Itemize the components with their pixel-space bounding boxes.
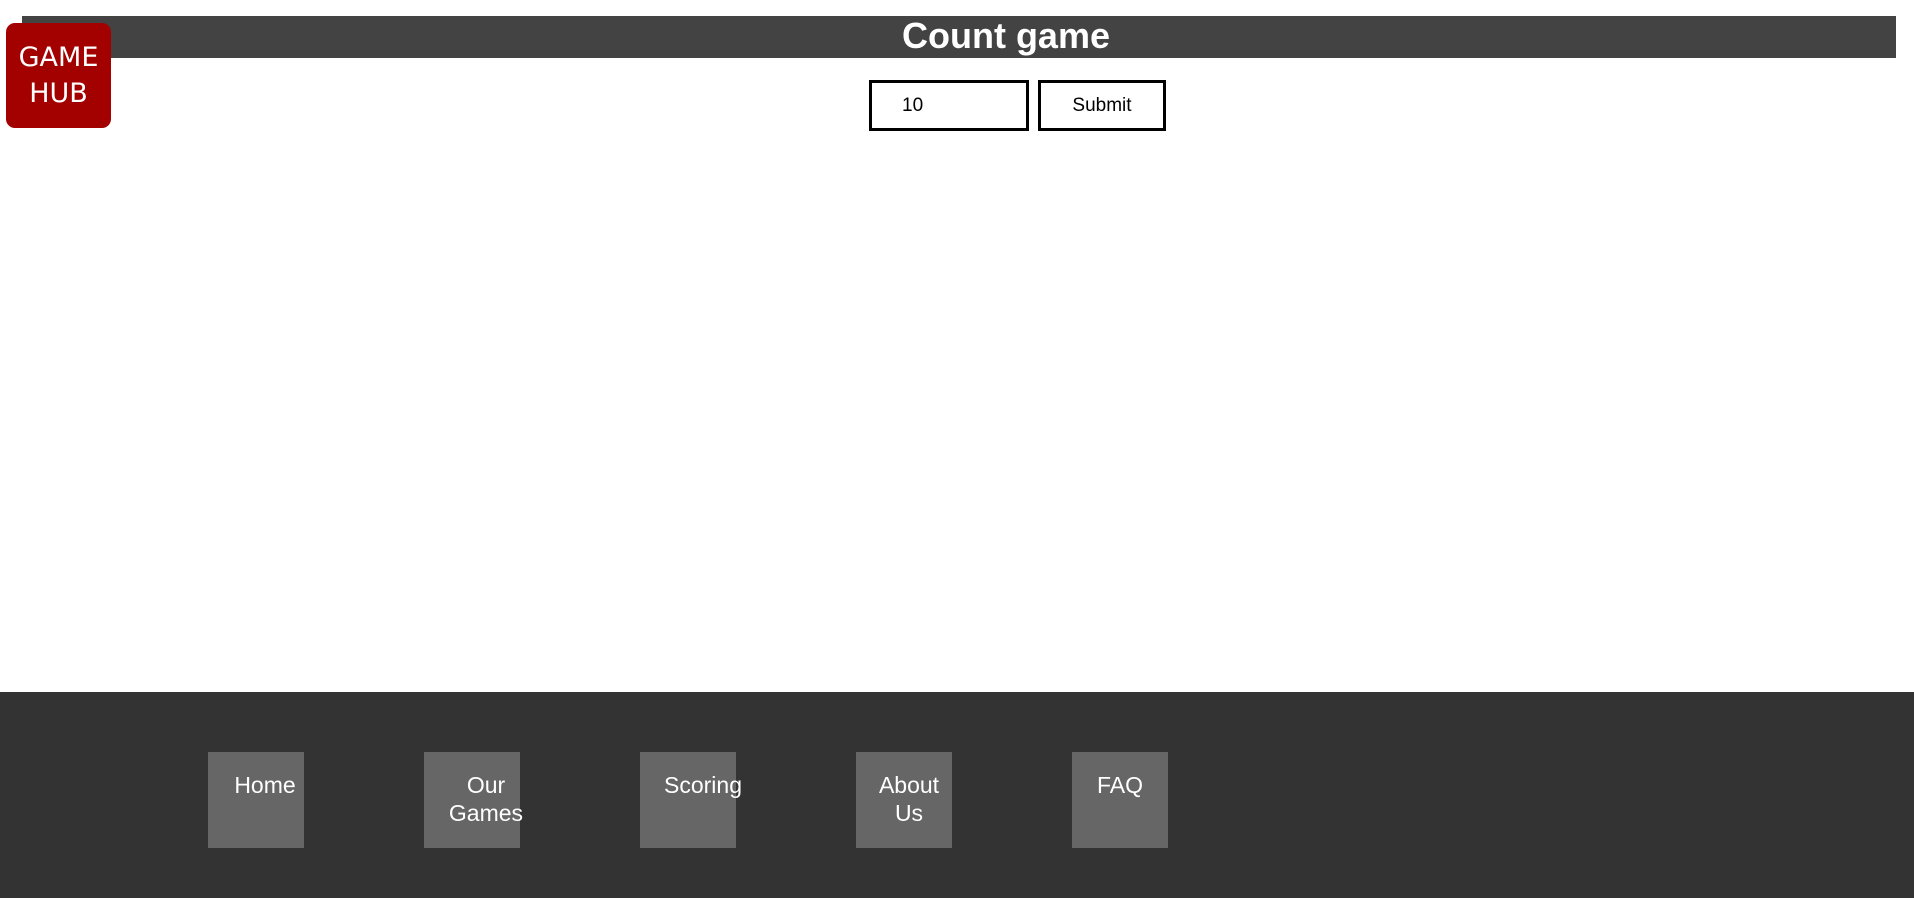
page-title: Count game: [901, 15, 1110, 56]
nav-faq-label: FAQ: [1096, 772, 1143, 798]
game-hub-logo[interactable]: GAME HUB: [6, 23, 111, 128]
submit-button[interactable]: Submit: [1038, 80, 1166, 131]
page: Count game GAME HUB Submit Home Our Game…: [0, 0, 1914, 898]
nav-home[interactable]: Home: [208, 752, 304, 848]
nav-about-us-label: About Us: [878, 772, 940, 826]
nav-faq[interactable]: FAQ: [1072, 752, 1168, 848]
nav-about-us[interactable]: About Us: [856, 752, 952, 848]
nav-scoring[interactable]: Scoring: [640, 752, 742, 848]
nav-our-games-label: Our Games: [448, 772, 524, 826]
nav-home-label: Home: [234, 772, 296, 798]
logo-line-1: GAME: [18, 41, 99, 73]
nav-our-games[interactable]: Our Games: [424, 752, 523, 848]
logo-line-2: HUB: [29, 77, 88, 109]
nav-scoring-label: Scoring: [664, 772, 742, 798]
count-input[interactable]: [869, 80, 1029, 131]
footer: Home Our Games Scoring About Us FAQ: [0, 692, 1914, 898]
